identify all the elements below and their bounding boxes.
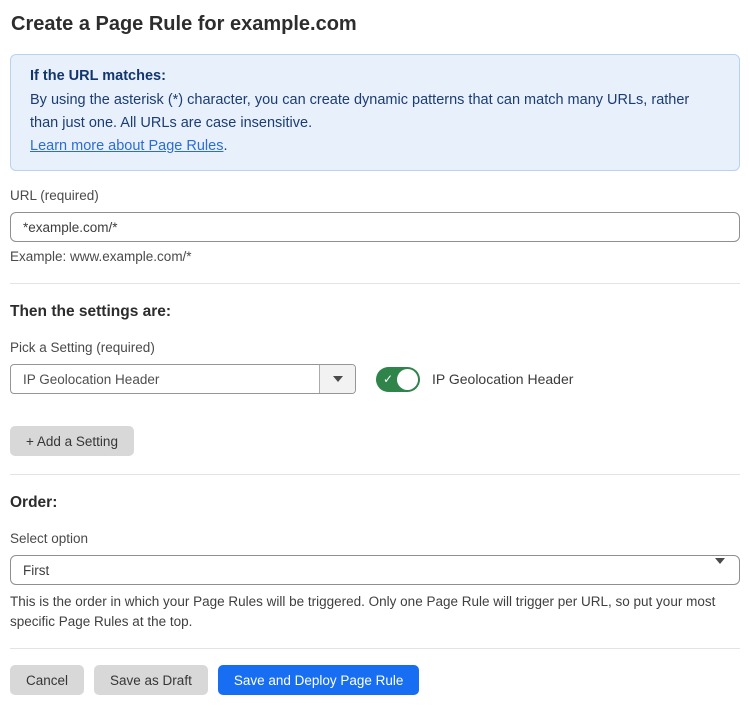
- check-icon: ✓: [383, 373, 393, 385]
- url-input[interactable]: [10, 212, 740, 242]
- divider: [10, 283, 740, 284]
- order-select[interactable]: First: [10, 555, 740, 585]
- toggle-label: IP Geolocation Header: [432, 371, 573, 387]
- info-box-body: By using the asterisk (*) character, you…: [30, 89, 720, 135]
- setting-picker-label: Pick a Setting (required): [10, 339, 740, 356]
- divider: [10, 648, 740, 649]
- url-field-helper: Example: www.example.com/*: [10, 248, 740, 265]
- order-select-label: Select option: [10, 530, 740, 547]
- dropdown-arrow-icon: [333, 376, 343, 382]
- order-helper-text: This is the order in which your Page Rul…: [10, 592, 740, 632]
- setting-row: IP Geolocation Header ✓ IP Geolocation H…: [10, 364, 740, 394]
- info-link-line: Learn more about Page Rules.: [30, 135, 720, 158]
- learn-more-link[interactable]: Learn more about Page Rules: [30, 138, 223, 154]
- link-suffix: .: [223, 138, 227, 154]
- caret-down-icon: [715, 564, 725, 579]
- save-draft-button[interactable]: Save as Draft: [94, 665, 208, 695]
- url-field-label: URL (required): [10, 187, 740, 204]
- page-title: Create a Page Rule for example.com: [11, 12, 740, 36]
- cancel-button[interactable]: Cancel: [10, 665, 84, 695]
- create-page-rule-form: Create a Page Rule for example.com If th…: [0, 0, 750, 711]
- info-box-heading: If the URL matches:: [30, 65, 720, 87]
- save-deploy-button[interactable]: Save and Deploy Page Rule: [218, 665, 420, 695]
- footer-buttons: Cancel Save as Draft Save and Deploy Pag…: [10, 665, 740, 695]
- add-setting-button[interactable]: + Add a Setting: [10, 426, 134, 456]
- url-match-info-box: If the URL matches: By using the asteris…: [10, 54, 740, 171]
- ip-geolocation-toggle[interactable]: ✓: [376, 367, 420, 392]
- order-section-heading: Order:: [10, 493, 740, 512]
- order-select-value: First: [23, 563, 49, 578]
- setting-select[interactable]: IP Geolocation Header: [10, 364, 356, 394]
- divider: [10, 474, 740, 475]
- setting-select-arrow-button[interactable]: [319, 365, 355, 393]
- settings-section-heading: Then the settings are:: [10, 302, 740, 321]
- setting-select-value: IP Geolocation Header: [11, 365, 319, 393]
- toggle-knob: [397, 369, 418, 390]
